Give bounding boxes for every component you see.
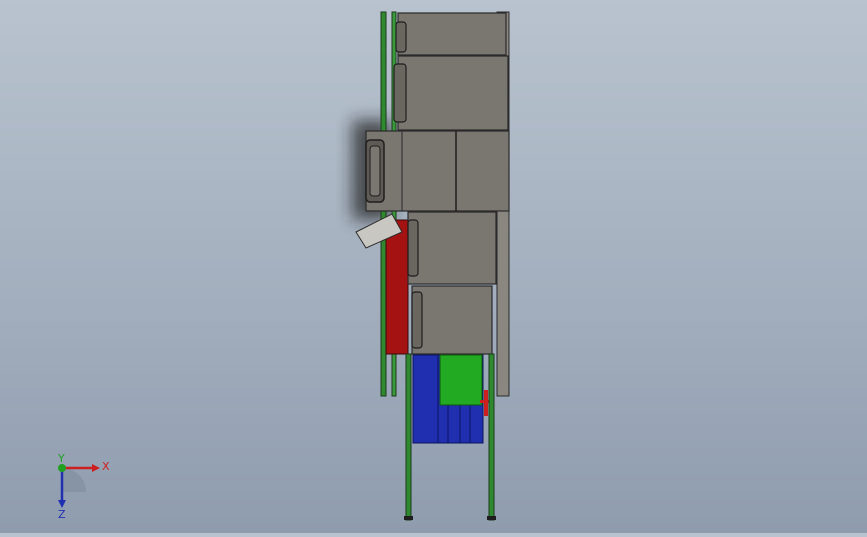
x-axis-arrowhead [92,464,100,472]
cad-model-view[interactable] [0,0,867,533]
coordinate-triad: X Y Z [57,452,110,521]
housing-top [397,12,507,56]
green-block [439,354,483,406]
leg-foot-left [404,516,413,520]
y-axis-dot [58,464,66,472]
y-axis-label: Y [57,452,65,465]
housing-lower [407,211,497,285]
red-panel [385,219,409,355]
housing-top-handle [395,21,407,53]
z-axis-label: Z [58,508,66,521]
housing-upper-handle [393,63,407,123]
z-axis-arrowhead [58,500,66,508]
leg-right [488,353,495,521]
triad-arc [62,468,86,492]
housing-lower-handle [407,219,419,277]
housing-main [365,130,510,212]
housing-bottom [411,285,493,355]
housing-upper [397,55,509,131]
3d-viewport[interactable]: X Y Z [0,0,867,533]
x-axis-label: X [102,460,110,473]
leg-left [405,353,412,521]
leg-foot-right [487,516,496,520]
housing-main-handle-inner [369,145,381,197]
housing-bottom-handle [411,291,423,349]
